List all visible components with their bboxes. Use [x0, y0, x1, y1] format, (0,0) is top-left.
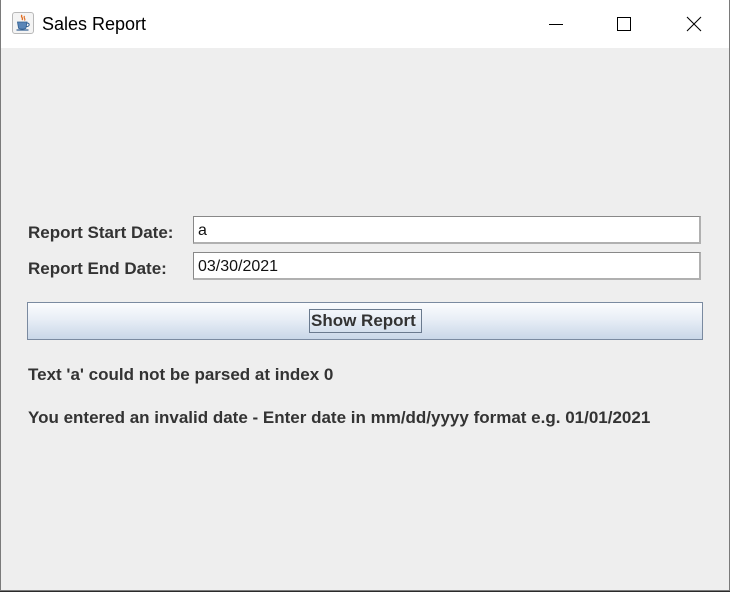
invalid-date-message: You entered an invalid date - Enter date…: [28, 408, 651, 427]
minimize-icon: [549, 24, 563, 25]
title-bar[interactable]: Sales Report: [1, 0, 729, 48]
report-start-date-label: Report Start Date:: [28, 223, 174, 242]
report-start-date-input[interactable]: a: [193, 216, 701, 244]
maximize-button[interactable]: [595, 0, 653, 48]
report-end-date-input[interactable]: 03/30/2021: [193, 252, 701, 280]
parse-error-message: Text 'a' could not be parsed at index 0: [28, 365, 334, 384]
show-report-button[interactable]: Show Report: [27, 302, 703, 340]
minimize-button[interactable]: [527, 0, 585, 48]
report-end-date-label: Report End Date:: [28, 259, 167, 278]
window-title: Sales Report: [42, 14, 147, 34]
close-button[interactable]: [665, 0, 723, 48]
close-icon: [686, 16, 702, 32]
show-report-button-label: Show Report: [309, 309, 422, 333]
java-coffee-cup-icon[interactable]: [12, 12, 34, 34]
maximize-icon: [617, 17, 631, 31]
sales-report-window: Sales Report Report Start Date: a Report…: [0, 0, 730, 591]
